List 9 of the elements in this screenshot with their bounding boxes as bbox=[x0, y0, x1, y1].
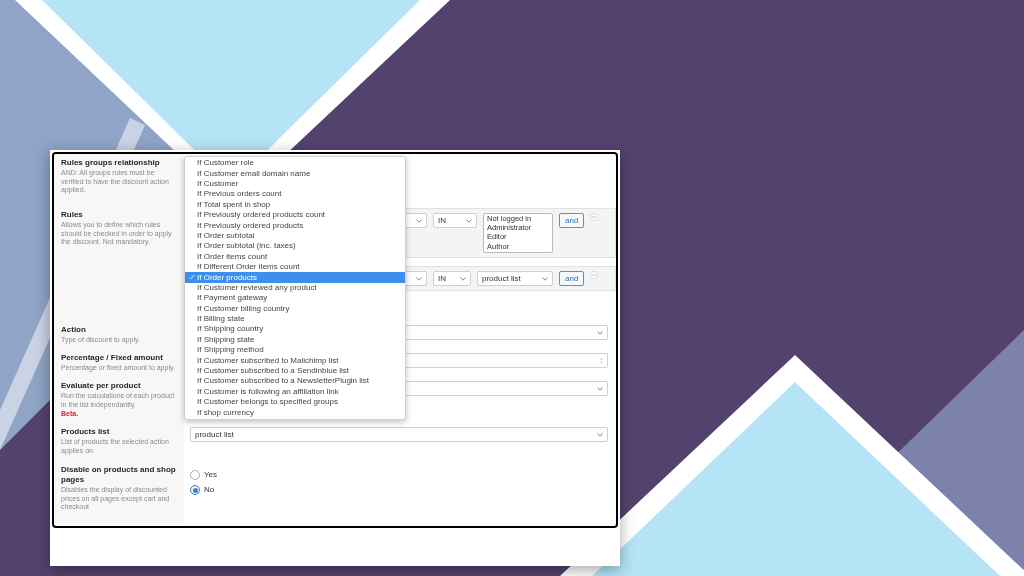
setting-label: Rules bbox=[61, 210, 84, 220]
setting-label: Products list bbox=[61, 427, 111, 437]
setting-label: Disable on products and shop pages bbox=[61, 465, 177, 485]
setting-label: Evaluate per product bbox=[61, 381, 142, 391]
setting-label: Rules groups relationship bbox=[61, 158, 161, 168]
setting-label: Action bbox=[61, 325, 87, 335]
setting-label: Percentage / Fixed amount bbox=[61, 353, 164, 363]
radio-label: Yes bbox=[204, 469, 218, 481]
radio-label: No bbox=[204, 484, 215, 496]
